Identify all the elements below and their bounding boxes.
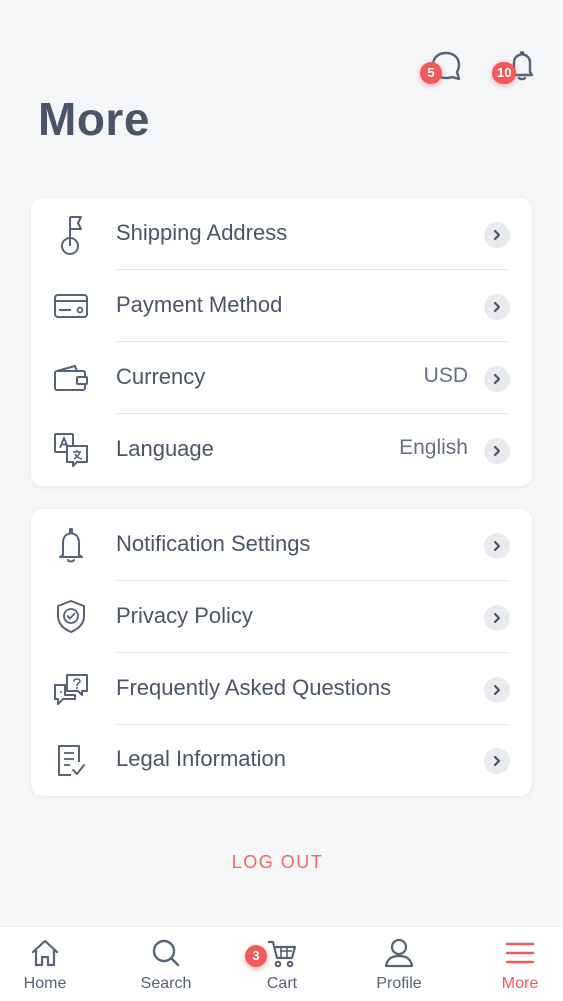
search-icon (150, 937, 182, 969)
menu-item-value: USD (423, 364, 468, 387)
menu-item-language[interactable]: Language English (31, 414, 532, 486)
menu-item-label: Frequently Asked Questions (116, 675, 392, 700)
tab-label: Search (140, 975, 192, 992)
menu-item-label: Privacy Policy (116, 603, 253, 628)
chevron-right-icon (484, 533, 510, 559)
menu-item-label: Currency (116, 364, 206, 389)
chevron-right-icon (484, 222, 510, 248)
menu-item-shipping-address[interactable]: Shipping Address (31, 198, 532, 270)
tab-home[interactable]: Home (0, 927, 90, 1001)
translate-icon (51, 428, 91, 472)
chevron-right-icon (484, 294, 510, 320)
settings-group-account: Shipping Address Payment Method Currency… (31, 198, 532, 486)
chevron-right-icon (484, 366, 510, 392)
page-title: More (38, 93, 150, 145)
tab-profile[interactable]: Profile (354, 927, 444, 1001)
menu-item-payment-method[interactable]: Payment Method (31, 270, 532, 342)
credit-card-icon (51, 284, 91, 328)
logout-button[interactable]: LOG OUT (0, 852, 555, 873)
notifications-badge: 10 (492, 62, 517, 84)
cart-badge: 3 (245, 945, 267, 967)
menu-item-label: Shipping Address (116, 220, 288, 245)
header-actions: 5 10 (0, 46, 563, 96)
bell-icon (51, 523, 91, 567)
flag-pin-icon (51, 212, 91, 256)
tab-cart[interactable]: 3 Cart (237, 927, 327, 1001)
chevron-right-icon (484, 605, 510, 631)
tab-label: More (501, 975, 539, 992)
tab-search[interactable]: Search (121, 927, 211, 1001)
settings-group-support: Notification Settings Privacy Policy Fre (31, 509, 532, 796)
chat-badge: 5 (420, 62, 442, 84)
menu-item-legal-information[interactable]: Legal Information (31, 724, 532, 796)
menu-item-currency[interactable]: Currency USD (31, 342, 532, 414)
menu-item-label: Notification Settings (116, 531, 311, 556)
home-icon (29, 937, 61, 969)
faq-chat-icon (51, 667, 91, 711)
tab-label: Profile (376, 975, 422, 992)
tab-more[interactable]: More (475, 927, 563, 1001)
cart-icon (266, 937, 298, 969)
menu-item-label: Legal Information (116, 746, 286, 771)
menu-icon (504, 937, 536, 969)
menu-item-notification-settings[interactable]: Notification Settings (31, 509, 532, 581)
menu-item-faq[interactable]: Frequently Asked Questions (31, 653, 532, 725)
chevron-right-icon (484, 438, 510, 464)
wallet-icon (51, 356, 91, 400)
menu-item-label: Payment Method (116, 292, 283, 317)
menu-item-label: Language (116, 436, 214, 461)
chat-button[interactable]: 5 (420, 46, 464, 86)
document-check-icon (51, 738, 91, 782)
tab-label: Home (23, 975, 67, 992)
tab-label: Cart (266, 975, 298, 992)
bottom-tab-bar: Home Search 3 Cart Profile More (0, 926, 563, 1001)
menu-item-privacy-policy[interactable]: Privacy Policy (31, 581, 532, 653)
notifications-button[interactable]: 10 (492, 46, 540, 86)
chevron-right-icon (484, 748, 510, 774)
chevron-right-icon (484, 677, 510, 703)
menu-item-value: English (399, 436, 468, 459)
profile-icon (383, 937, 415, 969)
shield-check-icon (51, 595, 91, 639)
